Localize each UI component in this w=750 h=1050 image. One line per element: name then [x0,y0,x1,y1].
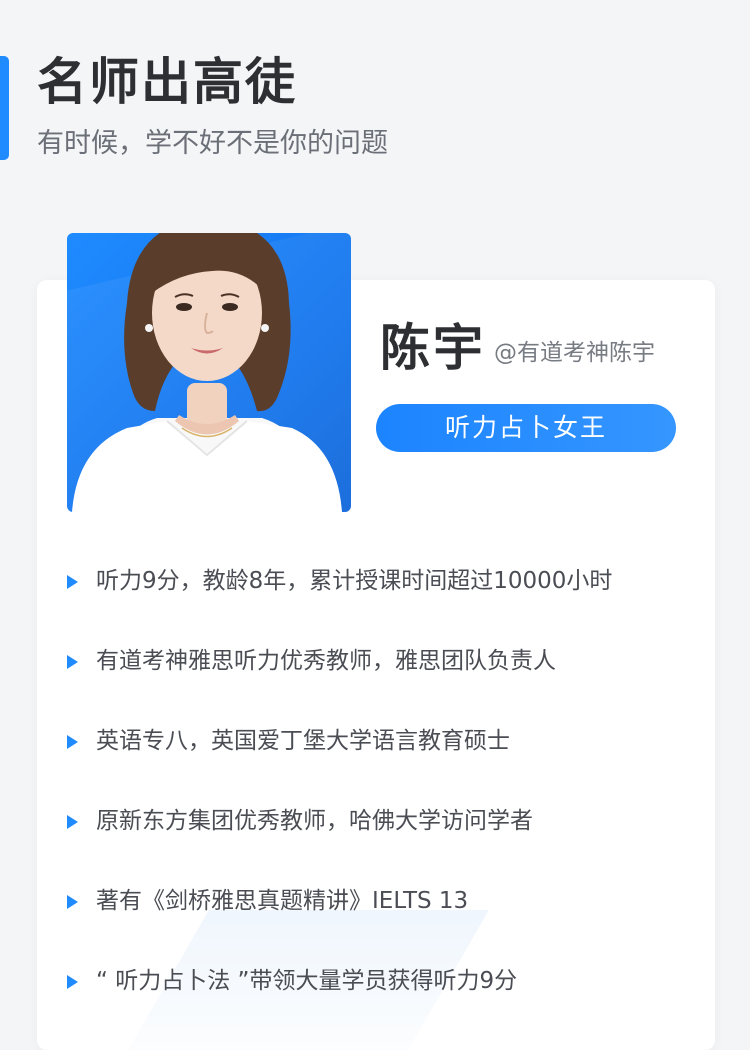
credential-text: 听力9分，教龄8年，累计授课时间超过10000小时 [96,568,613,595]
triangle-bullet-icon [67,575,78,589]
credential-item: “ 听力占卜法 ”带领大量学员获得听力9分 [67,962,707,1002]
section-accent-bar [0,56,9,160]
triangle-bullet-icon [67,895,78,909]
credential-item: 著有《剑桥雅思真题精讲》IELTS 13 [67,882,707,922]
teacher-photo [67,233,351,512]
triangle-bullet-icon [67,655,78,669]
triangle-bullet-icon [67,975,78,989]
teacher-portrait-icon [67,233,351,512]
credential-text: 英语专八，英国爱丁堡大学语言教育硕士 [96,728,510,755]
section-title: 名师出高徒 [37,53,297,111]
teacher-handle: @有道考神陈宇 [494,340,655,366]
triangle-bullet-icon [67,735,78,749]
section-subtitle: 有时候，学不好不是你的问题 [37,128,388,159]
credential-item: 原新东方集团优秀教师，哈佛大学访问学者 [67,802,707,842]
credential-text: “ 听力占卜法 ”带领大量学员获得听力9分 [96,968,518,995]
credential-item: 听力9分，教龄8年，累计授课时间超过10000小时 [67,562,707,602]
credential-text: 著有《剑桥雅思真题精讲》IELTS 13 [96,888,469,915]
credential-item: 有道考神雅思听力优秀教师，雅思团队负责人 [67,642,707,682]
credential-text: 原新东方集团优秀教师，哈佛大学访问学者 [96,808,533,835]
teacher-name: 陈宇 [380,319,486,377]
credential-item: 英语专八，英国爱丁堡大学语言教育硕士 [67,722,707,762]
credential-list: 听力9分，教龄8年，累计授课时间超过10000小时 有道考神雅思听力优秀教师，雅… [67,562,707,1042]
teacher-title-badge: 听力占卜女王 [376,404,676,452]
teacher-intro-page: 名师出高徒 有时候，学不好不是你的问题 陈宇 @有道考神陈宇 听力占卜女王 听力… [0,0,750,1050]
credential-text: 有道考神雅思听力优秀教师，雅思团队负责人 [96,648,556,675]
triangle-bullet-icon [67,815,78,829]
